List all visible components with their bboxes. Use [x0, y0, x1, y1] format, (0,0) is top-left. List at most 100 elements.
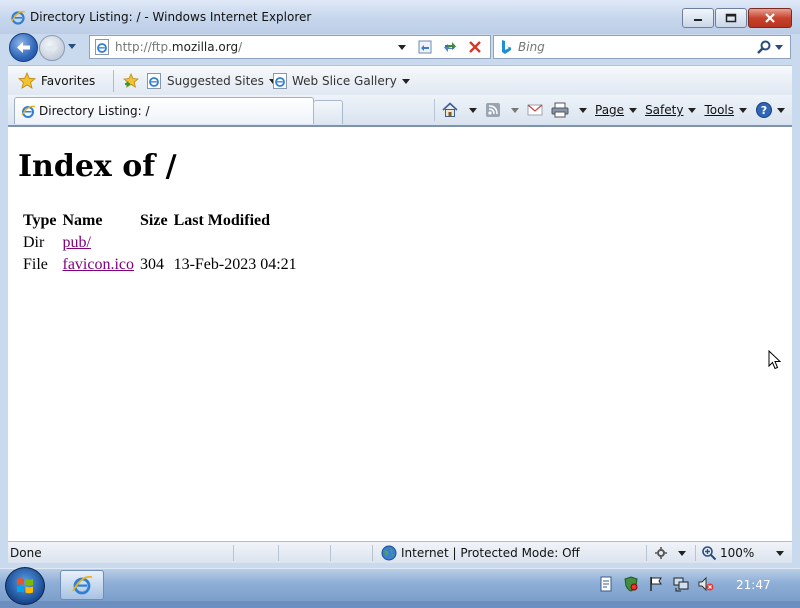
page-menu[interactable]: Page	[595, 99, 638, 121]
back-button[interactable]	[9, 33, 38, 62]
add-to-favorites-bar-icon[interactable]	[122, 72, 140, 90]
compatibility-view-icon[interactable]	[417, 39, 433, 55]
taskbar-ie-button[interactable]	[60, 570, 104, 600]
column-header-size: Size	[140, 212, 168, 229]
address-bar[interactable]: http://ftp.mozilla.org/	[89, 35, 491, 59]
directory-table: Type Name Size Last Modified Dir pub/ Fi…	[19, 209, 301, 277]
table-row: Dir pub/	[21, 233, 299, 253]
tools-dropdown-icon	[739, 107, 748, 113]
tab-row: Directory Listing: / Page Safety Tools ?	[8, 95, 792, 125]
close-button[interactable]	[748, 8, 792, 28]
row-type: File	[23, 256, 48, 273]
suggested-sites-link[interactable]: Suggested Sites	[146, 71, 277, 91]
stop-icon[interactable]	[467, 39, 483, 55]
status-separator	[278, 545, 279, 561]
search-box[interactable]	[493, 35, 791, 59]
table-row: File favicon.ico 304 13-Feb-2023 04:21	[21, 255, 299, 275]
zoom-dropdown-icon	[776, 550, 785, 556]
search-input[interactable]	[516, 37, 750, 57]
favorites-separator	[113, 70, 114, 92]
back-arrow-icon	[17, 42, 30, 53]
column-header-last-modified: Last Modified	[173, 212, 271, 229]
address-url[interactable]: http://ftp.mozilla.org/	[115, 40, 242, 54]
print-button[interactable]	[551, 99, 587, 121]
page-heading: Index of /	[18, 149, 177, 184]
safety-menu[interactable]: Safety	[645, 99, 697, 121]
page-dropdown-icon	[629, 107, 638, 113]
navigation-bar: http://ftp.mozilla.org/	[0, 32, 800, 62]
home-dropdown-icon[interactable]	[469, 107, 477, 113]
ie-logo-icon	[11, 11, 26, 25]
tab-ie-icon	[21, 105, 36, 118]
action-center-doc-icon[interactable]	[598, 576, 614, 592]
search-options-dropdown-icon[interactable]	[774, 40, 784, 54]
print-dropdown-icon[interactable]	[579, 107, 587, 113]
page-ie-icon	[95, 39, 109, 55]
maximize-button[interactable]	[715, 8, 747, 28]
new-tab-button[interactable]	[313, 100, 343, 124]
url-prefix: http://ftp.	[115, 40, 172, 54]
feeds-dropdown-icon[interactable]	[511, 107, 519, 113]
forward-button[interactable]	[39, 35, 65, 61]
address-dropdown-icon[interactable]	[395, 39, 409, 55]
status-separator	[695, 545, 696, 561]
status-bar: Done Internet | Protected Mode: Off 100%	[8, 541, 792, 563]
feeds-button[interactable]	[485, 99, 519, 121]
action-center-flag-icon[interactable]	[648, 576, 664, 592]
ie-window: Directory Listing: / - Windows Internet …	[0, 0, 800, 568]
status-separator	[233, 545, 234, 561]
web-slice-ie-icon	[273, 73, 287, 89]
minimize-icon	[694, 19, 702, 21]
security-zone-label: Internet | Protected Mode: Off	[401, 546, 580, 560]
tab-label: Directory Listing: /	[39, 104, 150, 118]
entry-link-favicon[interactable]: favicon.ico	[62, 256, 134, 273]
entry-link-pub[interactable]: pub/	[62, 234, 90, 251]
column-header-type: Type	[23, 212, 57, 229]
security-shield-icon[interactable]	[623, 576, 639, 592]
refresh-icon[interactable]	[442, 39, 458, 55]
tab-directory-listing[interactable]: Directory Listing: /	[14, 97, 314, 124]
command-separator	[434, 99, 435, 121]
bing-logo-icon	[502, 40, 511, 54]
minimize-button[interactable]	[682, 8, 714, 28]
row-size: 304	[140, 256, 165, 273]
column-header-name: Name	[62, 212, 103, 229]
tools-menu[interactable]: Tools	[704, 99, 748, 121]
network-icon[interactable]	[673, 576, 689, 592]
internet-globe-icon	[381, 545, 397, 561]
page-content: Index of / Type Name Size Last Modified …	[8, 125, 792, 541]
zoom-level: 100%	[720, 546, 755, 560]
web-slice-gallery-link[interactable]: Web Slice Gallery	[272, 71, 410, 91]
status-separator	[646, 545, 647, 561]
system-tray	[598, 575, 723, 593]
status-separator	[330, 545, 331, 561]
home-icon	[442, 102, 458, 117]
change-zoom-settings-button[interactable]	[654, 545, 686, 561]
status-text: Done	[10, 546, 42, 560]
tools-menu-label: Tools	[704, 103, 735, 117]
read-mail-button[interactable]	[527, 99, 543, 121]
title-bar[interactable]: Directory Listing: / - Windows Internet …	[0, 0, 800, 34]
help-dropdown-icon[interactable]	[777, 107, 786, 113]
favorites-label: Favorites	[41, 74, 96, 88]
search-icon[interactable]	[756, 39, 772, 55]
recent-pages-dropdown-icon[interactable]	[67, 41, 77, 51]
settings-dropdown-icon	[678, 550, 686, 556]
favorites-star-icon	[18, 72, 36, 89]
taskbar-clock[interactable]: 21:47	[736, 578, 771, 592]
suggested-sites-label: Suggested Sites	[167, 74, 264, 88]
security-zone[interactable]: Internet | Protected Mode: Off	[381, 544, 580, 562]
status-separator	[372, 545, 373, 561]
row-modified: 13-Feb-2023 04:21	[173, 256, 297, 273]
start-button[interactable]	[5, 567, 45, 605]
favorites-button[interactable]: Favorites	[14, 71, 95, 91]
zoom-control[interactable]: 100%	[701, 545, 785, 561]
forward-arrow-icon	[46, 43, 58, 53]
maximize-icon	[725, 13, 737, 23]
help-button[interactable]: ?	[755, 99, 786, 121]
web-slice-gallery-dropdown-icon	[401, 78, 410, 84]
volume-muted-icon[interactable]	[698, 576, 714, 592]
table-header-row: Type Name Size Last Modified	[21, 211, 299, 231]
home-button[interactable]	[441, 99, 477, 121]
windows-logo-icon	[17, 578, 33, 594]
